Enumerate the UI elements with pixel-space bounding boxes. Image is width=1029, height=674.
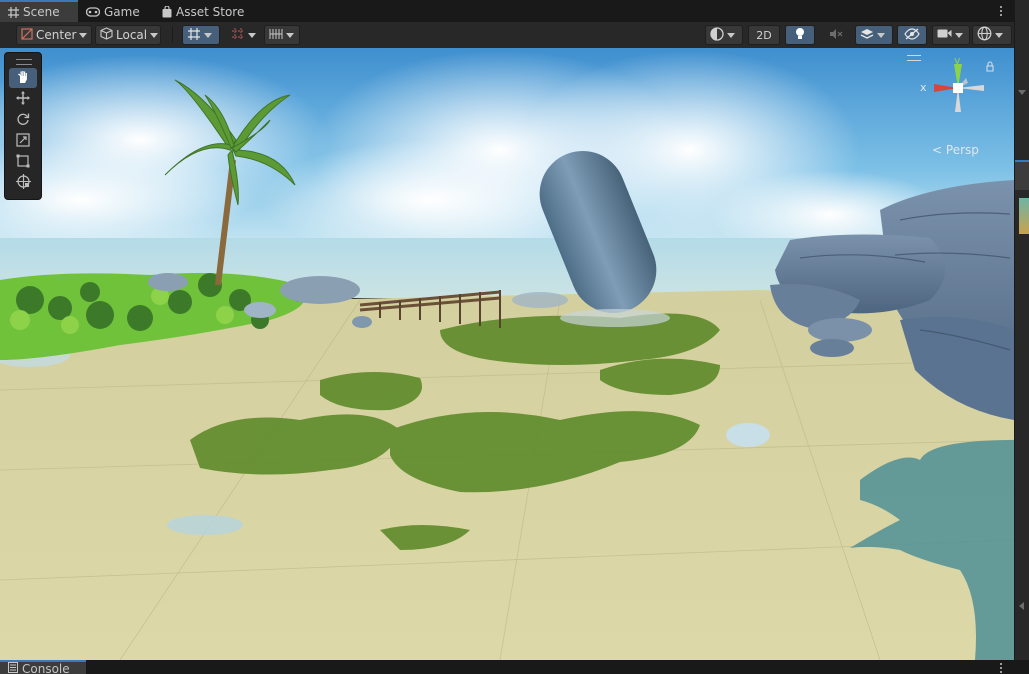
camera-icon [937,28,952,42]
scene-toolbar: Center Local 2D [0,22,1014,49]
move-tool-button[interactable] [9,89,37,109]
scene-effects-dropdown[interactable] [855,25,893,45]
shopping-bag-icon [162,6,172,18]
local-cube-icon [100,27,113,43]
gamepad-icon [86,7,100,17]
pivot-mode-label: Center [36,28,77,42]
projection-label: Persp [945,143,979,157]
perspective-chevron-icon: < [932,143,943,157]
grid-visibility-dropdown[interactable] [264,25,300,45]
scene-audio-toggle[interactable] [822,25,850,45]
scene-tab-strip: Scene Game Asset Store [0,0,1029,22]
inspector-tab-edge[interactable] [1015,160,1029,190]
toggle-2d-button[interactable]: 2D [748,25,780,45]
drag-handle-icon[interactable] [16,59,32,65]
chevron-down-icon [248,32,256,38]
projection-toggle[interactable]: < Persp [932,143,979,157]
inspector-panel-edge [1014,0,1029,674]
lightbulb-icon [795,27,805,44]
speaker-muted-icon [829,28,843,43]
console-options-menu-icon[interactable] [997,662,1005,674]
color-swatch [1019,198,1029,234]
grid-lines-icon [269,28,283,43]
grid-snap-icon [187,27,201,44]
tab-asset-store[interactable]: Asset Store [154,2,254,22]
move-arrows-icon [16,90,30,109]
tab-scene-label: Scene [23,5,60,19]
pivot-rotation-label: Local [116,28,148,42]
rect-transform-icon [16,153,30,172]
toggle-2d-label: 2D [756,28,772,42]
hand-icon [16,69,30,88]
rect-tool-button[interactable] [9,152,37,172]
chevron-down-icon [877,32,885,38]
pivot-rotation-dropdown[interactable]: Local [95,25,161,45]
scene-render [0,48,1014,660]
console-icon [8,662,18,674]
transform-tools-overlay [4,52,42,200]
tab-asset-store-label: Asset Store [176,5,245,19]
lock-icon[interactable] [986,62,996,74]
toolbar-divider [172,27,173,43]
scroll-arrow-icon[interactable] [1019,602,1024,610]
tab-options-menu-icon[interactable] [997,3,1005,19]
console-tab-label: Console [22,662,70,674]
chevron-down-icon [286,32,294,38]
tab-console[interactable]: Console [0,660,86,674]
increment-snap-icon [231,27,245,44]
chevron-down-icon [150,32,159,38]
scene-lighting-toggle[interactable] [785,25,815,45]
shaded-sphere-icon [710,26,724,44]
transform-combo-icon [15,173,31,193]
tab-game[interactable]: Game [78,2,150,22]
hash-grid-icon [8,6,19,18]
chevron-down-icon [79,32,88,38]
collapse-arrow-icon[interactable] [1018,90,1026,95]
layers-effects-icon [860,27,874,44]
pivot-center-icon [21,27,33,43]
draw-mode-dropdown[interactable] [705,25,743,45]
scale-icon [16,132,30,151]
scene-viewport[interactable]: y x < Persp [0,48,1014,660]
gizmo-y-label: y [954,54,961,67]
scene-visibility-toggle[interactable] [897,25,927,45]
chevron-down-icon [995,32,1003,38]
gizmos-dropdown[interactable] [972,25,1012,45]
pivot-mode-dropdown[interactable]: Center [16,25,92,45]
increment-snap-toggle[interactable] [226,25,262,45]
tab-scene[interactable]: Scene [0,0,78,22]
chevron-down-icon [955,32,963,38]
scale-tool-button[interactable] [9,131,37,151]
rotate-icon [16,111,30,130]
hand-tool-button[interactable] [9,68,37,88]
scene-camera-dropdown[interactable] [932,25,970,45]
transform-tool-button[interactable] [9,173,37,193]
globe-gizmo-icon [977,26,992,44]
tab-game-label: Game [104,5,140,19]
chevron-down-icon [727,32,735,38]
gizmo-x-label: x [920,81,927,94]
bottom-tab-strip: Console [0,660,1029,674]
rotate-tool-button[interactable] [9,110,37,130]
chevron-down-icon [204,32,212,38]
grid-snapping-toggle[interactable] [182,25,220,45]
eye-slash-icon [904,27,920,43]
